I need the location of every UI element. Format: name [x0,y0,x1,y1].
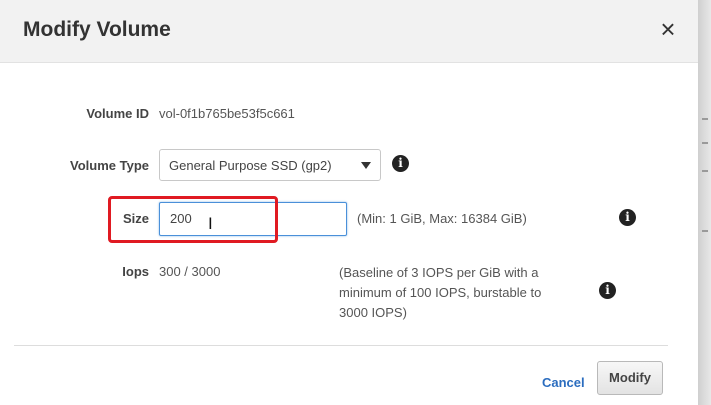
cancel-button[interactable]: Cancel [542,375,585,390]
background-mark [702,170,708,172]
iops-label: Iops [122,264,149,279]
dialog-title: Modify Volume [23,18,171,41]
iops-hint-line: (Baseline of 3 IOPS per GiB with a [339,265,539,280]
size-hint: (Min: 1 GiB, Max: 16384 GiB) [357,211,527,226]
dialog-header: Modify Volume × [0,0,698,63]
info-icon[interactable]: i [599,282,616,299]
modify-button[interactable]: Modify [597,361,663,395]
background-page-edge [698,0,711,405]
info-icon[interactable]: i [392,155,409,172]
volume-type-label: Volume Type [70,158,149,173]
volume-id-label: Volume ID [86,106,149,121]
iops-hint: (Baseline of 3 IOPS per GiB with a minim… [339,263,579,323]
volume-id-value: vol-0f1b765be53f5c661 [159,106,295,121]
background-mark [702,230,708,232]
chevron-down-icon [361,162,371,169]
highlight-annotation [108,196,278,243]
volume-type-selected: General Purpose SSD (gp2) [169,158,332,173]
volume-type-select[interactable]: General Purpose SSD (gp2) [159,149,381,181]
background-mark [702,118,708,120]
info-icon[interactable]: i [619,209,636,226]
modify-volume-dialog: Modify Volume × Volume ID vol-0f1b765be5… [0,0,698,405]
background-mark [702,142,708,144]
footer-divider [14,345,668,346]
iops-value: 300 / 3000 [159,264,221,279]
iops-hint-line: 3000 IOPS) [339,305,407,320]
close-icon[interactable]: × [656,16,680,42]
iops-hint-line: minimum of 100 IOPS, burstable to [339,285,542,300]
